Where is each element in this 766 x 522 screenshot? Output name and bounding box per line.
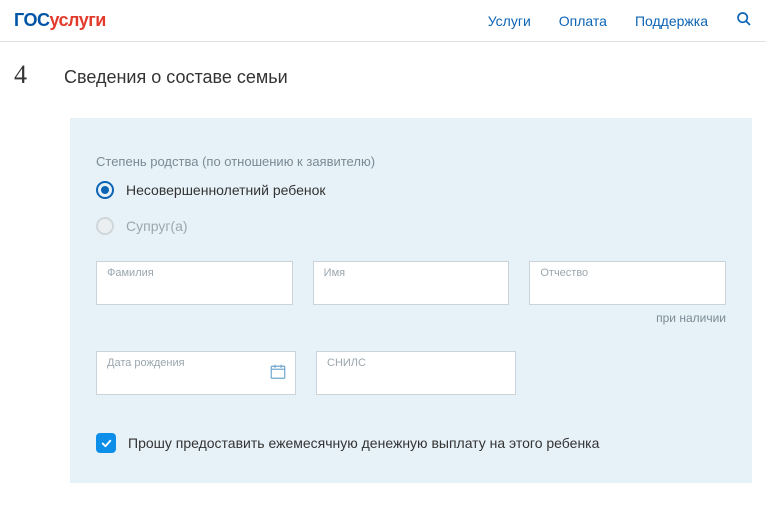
name-input[interactable] bbox=[324, 268, 499, 298]
snils-label: СНИЛС bbox=[327, 357, 366, 369]
payment-checkbox-label: Прошу предоставить ежемесячную денежную … bbox=[128, 435, 599, 451]
logo: госуслуги bbox=[14, 10, 106, 31]
radio-child-row[interactable]: Несовершеннолетний ребенок bbox=[96, 181, 726, 199]
name-inputs-row: Фамилия Имя Отчество bbox=[96, 261, 726, 305]
name-label: Имя bbox=[324, 267, 345, 279]
step-number: 4 bbox=[14, 60, 40, 90]
radio-child-label: Несовершеннолетний ребенок bbox=[126, 182, 326, 198]
section-head: 4 Сведения о составе семьи bbox=[14, 60, 752, 90]
logo-pre: гос bbox=[14, 10, 49, 30]
name-field[interactable]: Имя bbox=[313, 261, 510, 305]
surname-label: Фамилия bbox=[107, 267, 154, 279]
radio-child[interactable] bbox=[96, 181, 114, 199]
radio-spouse-row: Супруг(а) bbox=[96, 217, 726, 235]
nav-services[interactable]: Услуги bbox=[488, 13, 531, 29]
calendar-icon[interactable] bbox=[269, 363, 287, 384]
search-icon[interactable] bbox=[736, 11, 752, 30]
top-nav: Услуги Оплата Поддержка bbox=[488, 11, 752, 30]
nav-payment[interactable]: Оплата bbox=[559, 13, 607, 29]
relationship-label: Степень родства (по отношению к заявител… bbox=[96, 154, 726, 169]
nav-support[interactable]: Поддержка bbox=[635, 13, 708, 29]
payment-checkbox-row[interactable]: Прошу предоставить ежемесячную денежную … bbox=[96, 433, 726, 453]
radio-spouse bbox=[96, 217, 114, 235]
header: госуслуги Услуги Оплата Поддержка bbox=[0, 0, 766, 42]
snils-field[interactable]: СНИЛС bbox=[316, 351, 516, 395]
logo-post: услуги bbox=[49, 10, 105, 30]
section-title: Сведения о составе семьи bbox=[64, 67, 288, 88]
form-panel: Степень родства (по отношению к заявител… bbox=[70, 118, 752, 483]
patronymic-hint: при наличии bbox=[96, 311, 726, 325]
birthdate-field[interactable]: Дата рождения bbox=[96, 351, 296, 395]
surname-field[interactable]: Фамилия bbox=[96, 261, 293, 305]
birthdate-label: Дата рождения bbox=[107, 357, 185, 369]
radio-spouse-label: Супруг(а) bbox=[126, 218, 188, 234]
payment-checkbox[interactable] bbox=[96, 433, 116, 453]
extra-inputs-row: Дата рождения bbox=[96, 351, 726, 395]
patronymic-label: Отчество bbox=[540, 267, 588, 279]
section: 4 Сведения о составе семьи Степень родст… bbox=[0, 42, 766, 483]
patronymic-field[interactable]: Отчество bbox=[529, 261, 726, 305]
